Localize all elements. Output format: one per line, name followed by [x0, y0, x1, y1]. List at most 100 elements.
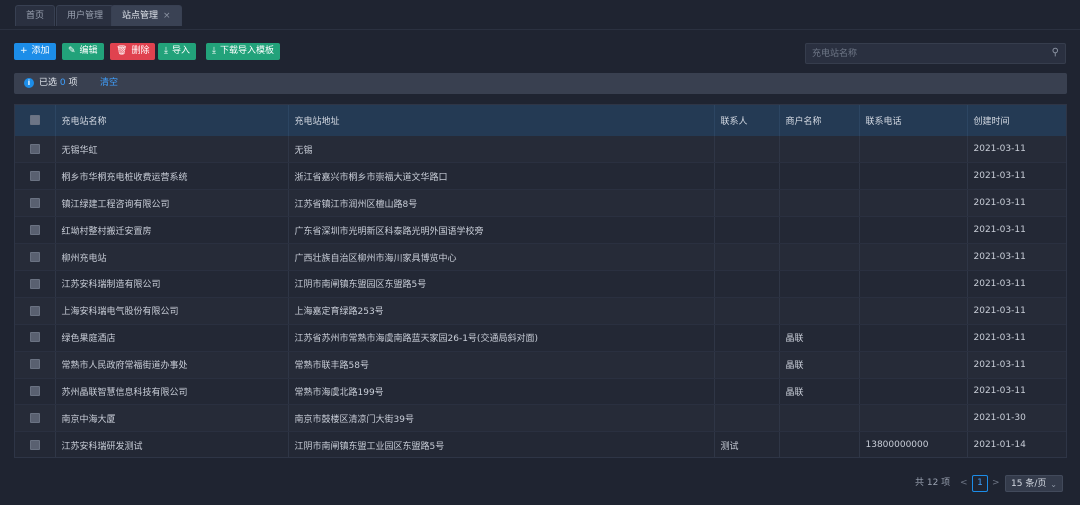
cell-station-name: 江苏安科瑞研发测试 — [55, 431, 289, 457]
row-checkbox[interactable] — [29, 413, 40, 424]
table-row[interactable]: 江苏安科瑞研发测试 江阴市南闸镇东盟工业园区东盟路5号 测试 13800000000 2… — [15, 431, 1066, 457]
cell-contact — [714, 297, 780, 325]
row-checkbox[interactable] — [29, 439, 40, 450]
page-number-button[interactable]: 1 — [972, 475, 988, 492]
cell-phone — [859, 216, 968, 245]
row-checkbox[interactable] — [29, 278, 40, 289]
column-header-station-name[interactable]: 充电站名称 — [55, 105, 289, 136]
prev-page-icon[interactable]: < — [960, 475, 968, 492]
table-header-row: 充电站名称 充电站地址 联系人 商户名称 联系电话 创建时间 — [15, 105, 1066, 136]
cell-created-at: 2021-03-11 — [967, 270, 1066, 298]
cell-phone — [859, 404, 968, 433]
cell-merchant — [779, 216, 860, 245]
stations-table: 充电站名称 充电站地址 联系人 商户名称 联系电话 创建时间 无锡华虹 无锡 202… — [14, 104, 1067, 458]
row-checkbox[interactable] — [29, 305, 40, 316]
cell-created-at: 2021-03-11 — [967, 136, 1066, 164]
row-select-cell — [15, 243, 56, 271]
cell-station-name: 南京中海大厦 — [55, 404, 289, 433]
tab-label: 用户管理 — [67, 11, 104, 21]
row-checkbox[interactable] — [29, 332, 40, 343]
add-button[interactable]: + 添加 — [14, 43, 56, 60]
download-template-button[interactable]: ⤓ 下载导入模板 — [206, 43, 280, 60]
next-page-icon[interactable]: > — [992, 475, 1000, 492]
cell-station-address: 江苏省苏州市常熟市海虞南路蓝天家园26-1号(交通局斜对面) — [288, 324, 715, 352]
search-icon[interactable]: ⚲ — [1052, 47, 1059, 58]
table-row[interactable]: 柳州充电站 广西壮族自治区柳州市海川家具博览中心 2021-03-11 — [15, 243, 1066, 271]
cell-phone — [859, 243, 968, 271]
table-row[interactable]: 苏州晶联智慧信息科技有限公司 常熟市海虞北路199号 晶联 2021-03-11 — [15, 378, 1066, 406]
selection-text: 已选 0 项 — [39, 73, 78, 94]
row-checkbox[interactable] — [29, 171, 40, 182]
close-icon[interactable]: × — [163, 11, 171, 21]
row-select-cell — [15, 189, 56, 218]
cell-station-name: 江苏安科瑞制造有限公司 — [55, 270, 289, 298]
row-checkbox[interactable] — [29, 359, 40, 370]
row-checkbox[interactable] — [29, 251, 40, 262]
cell-phone — [859, 324, 968, 352]
cell-contact — [714, 270, 780, 298]
table-row[interactable]: 桐乡市华桐充电桩收费运营系统 浙江省嘉兴市桐乡市崇福大道文华路口 2021-03-1… — [15, 162, 1066, 191]
row-select-cell — [15, 216, 56, 245]
cell-phone — [859, 162, 968, 191]
row-checkbox[interactable] — [29, 386, 40, 397]
clear-selection-link[interactable]: 清空 — [100, 73, 118, 94]
import-icon: ⤓ — [164, 46, 168, 56]
table-row[interactable]: 上海安科瑞电气股份有限公司 上海嘉定育绿路253号 2021-03-11 — [15, 297, 1066, 325]
row-checkbox[interactable] — [29, 197, 40, 208]
cell-created-at: 2021-03-11 — [967, 243, 1066, 271]
column-header-merchant[interactable]: 商户名称 — [779, 105, 860, 136]
tab-user-management[interactable]: 用户管理 — [56, 5, 115, 26]
cell-merchant — [779, 189, 860, 218]
cell-created-at: 2021-03-11 — [967, 351, 1066, 379]
cell-station-address: 广西壮族自治区柳州市海川家具博览中心 — [288, 243, 715, 271]
edit-label: 编辑 — [79, 46, 98, 56]
select-all-checkbox[interactable] — [29, 115, 40, 126]
row-select-cell — [15, 431, 56, 457]
edit-button[interactable]: ✎ 编辑 — [62, 43, 104, 60]
column-header-created-at[interactable]: 创建时间 — [967, 105, 1066, 136]
table-row[interactable]: 南京中海大厦 南京市鼓楼区清凉门大街39号 2021-01-30 — [15, 404, 1066, 433]
cell-created-at: 2021-03-11 — [967, 216, 1066, 245]
cell-contact — [714, 243, 780, 271]
table-row[interactable]: 镇江绿建工程咨询有限公司 江苏省镇江市润州区檀山路8号 2021-03-11 — [15, 189, 1066, 218]
row-select-cell — [15, 404, 56, 433]
search-input[interactable] — [806, 44, 1041, 63]
selection-suffix: 项 — [68, 78, 78, 88]
cell-station-name: 镇江绿建工程咨询有限公司 — [55, 189, 289, 218]
cell-contact — [714, 136, 780, 164]
cell-station-address: 江阴市南闸镇东盟园区东盟路5号 — [288, 270, 715, 298]
cell-station-name: 苏州晶联智慧信息科技有限公司 — [55, 378, 289, 406]
cell-contact — [714, 216, 780, 245]
table-row[interactable]: 江苏安科瑞制造有限公司 江阴市南闸镇东盟园区东盟路5号 2021-03-11 — [15, 270, 1066, 298]
delete-button[interactable]: 🗑 删除 — [110, 43, 156, 60]
cell-phone: 13800000000 — [859, 431, 968, 457]
trash-icon: 🗑 — [116, 46, 128, 56]
column-header-phone[interactable]: 联系电话 — [859, 105, 968, 136]
table-row[interactable]: 无锡华虹 无锡 2021-03-11 — [15, 136, 1066, 164]
cell-contact — [714, 351, 780, 379]
column-header-station-address[interactable]: 充电站地址 — [288, 105, 715, 136]
cell-station-address: 无锡 — [288, 136, 715, 164]
row-select-cell — [15, 378, 56, 406]
tab-site-management[interactable]: 站点管理 × — [111, 5, 182, 26]
cell-phone — [859, 189, 968, 218]
cell-contact: 测试 — [714, 431, 780, 457]
cell-station-address: 广东省深圳市光明新区科泰路光明外国语学校旁 — [288, 216, 715, 245]
row-checkbox[interactable] — [29, 224, 40, 235]
tab-home[interactable]: 首页 — [15, 5, 56, 26]
column-header-contact[interactable]: 联系人 — [714, 105, 780, 136]
table-row[interactable]: 常熟市人民政府常福街道办事处 常熟市联丰路58号 晶联 2021-03-11 — [15, 351, 1066, 379]
plus-icon: + — [20, 46, 28, 56]
table-row[interactable]: 绿色果庭酒店 江苏省苏州市常熟市海虞南路蓝天家园26-1号(交通局斜对面) 晶联 20… — [15, 324, 1066, 352]
row-select-cell — [15, 297, 56, 325]
cell-station-address: 常熟市联丰路58号 — [288, 351, 715, 379]
row-checkbox[interactable] — [29, 143, 40, 154]
selection-prefix: 已选 — [39, 78, 58, 88]
page-size-select[interactable]: 15 条/页 ⌄ — [1005, 475, 1063, 492]
table-row[interactable]: 红坳村整村搬迁安置房 广东省深圳市光明新区科泰路光明外国语学校旁 2021-03-1… — [15, 216, 1066, 245]
tab-bar: 首页 用户管理 站点管理 × — [0, 0, 1080, 30]
import-button[interactable]: ⤓ 导入 — [158, 43, 196, 60]
info-icon: i — [24, 78, 34, 88]
download-icon: ⤓ — [212, 46, 216, 56]
cell-station-address: 南京市鼓楼区清凉门大街39号 — [288, 404, 715, 433]
